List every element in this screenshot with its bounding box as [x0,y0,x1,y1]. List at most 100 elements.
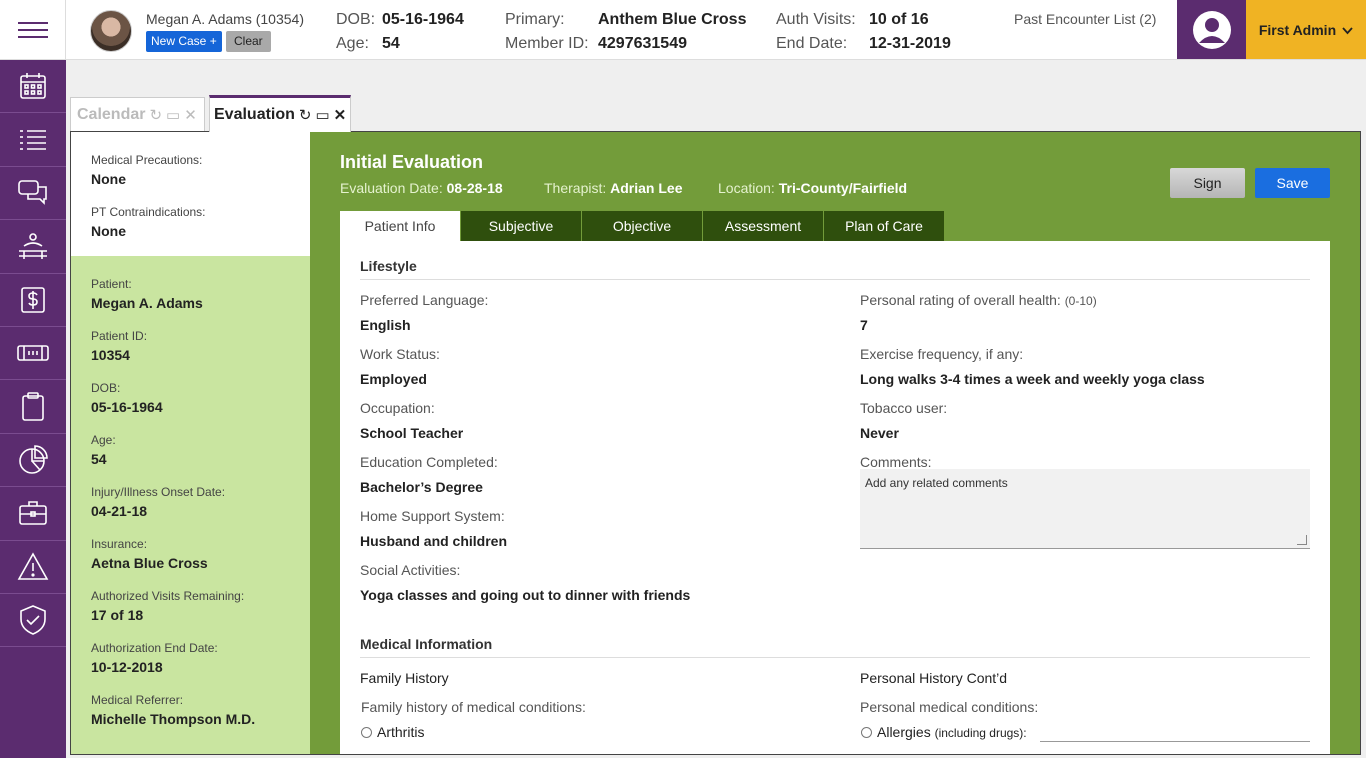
work-status-label: Work Status: [360,346,440,362]
preferred-language-value: English [360,317,411,333]
tab-subjective[interactable]: Subjective [461,211,581,241]
messages-icon[interactable] [0,167,66,221]
user-menu-dropdown[interactable]: First Admin [1246,0,1366,59]
allergies-radio[interactable] [861,727,872,738]
allergies-input[interactable] [1040,741,1310,742]
summary-item: Insurance: Aetna Blue Cross [91,537,310,571]
tab-plan-of-care[interactable]: Plan of Care [824,211,944,241]
tab-objective[interactable]: Objective [582,211,702,241]
family-history-heading: Family History [360,670,449,686]
calendar-icon[interactable] [0,60,66,114]
patient-info-panel: Lifestyle Preferred Language: English Wo… [340,241,1330,754]
summary-label: Injury/Illness Onset Date: [91,485,226,499]
location-value: Tri-County/Fairfield [778,180,908,196]
clipboard-icon[interactable] [0,380,66,434]
exercise-label: Exercise frequency, if any: [860,346,1024,362]
home-support-label: Home Support System: [360,508,505,524]
past-encounter-list-link[interactable]: Past Encounter List (2) [1014,11,1156,27]
save-button[interactable]: Save [1255,168,1330,198]
allergies-note: (including drugs): [934,726,1027,740]
briefcase-icon[interactable] [0,487,66,541]
patient-name: Megan A. Adams (10354) [146,11,304,27]
work-status-value: Employed [360,371,427,387]
occupation-label: Occupation: [360,400,435,416]
tab-evaluation-label: Evaluation [214,106,295,123]
allergies-label: Allergies (including drugs): [877,724,1027,740]
arthritis-radio[interactable] [361,727,372,738]
close-icon[interactable]: ✕ [334,106,347,124]
evaluation-date-label: Evaluation Date: [340,180,443,196]
billing-dollar-icon[interactable] [0,274,66,327]
warning-icon[interactable] [0,541,66,594]
evaluation-therapist: Therapist: Adrian Lee [544,180,683,196]
summary-item: DOB: 05-16-1964 [91,381,310,415]
arthritis-label: Arthritis [377,724,425,740]
tab-calendar-label: Calendar [77,105,146,123]
tab-calendar[interactable]: Calendar ↻ ▭ ✕ [70,97,205,131]
summary-item: Patient ID: 10354 [91,329,310,363]
location-label: Location: [718,180,775,196]
summary-item: Authorization End Date: 10-12-2018 [91,641,310,675]
tobacco-value: Never [860,425,899,441]
resize-handle-icon[interactable] [1297,535,1307,545]
age-label: Age: [336,35,369,52]
social-activities-value: Yoga classes and going out to dinner wit… [360,587,691,603]
treatment-table-icon[interactable] [0,220,66,274]
section-divider [360,657,1310,658]
summary-item: Age: 54 [91,433,310,467]
evaluation-title: Initial Evaluation [340,152,484,172]
sign-button[interactable]: Sign [1170,168,1245,198]
maximize-icon[interactable]: ▭ [315,106,329,124]
tobacco-label: Tobacco user: [860,400,948,416]
auth-visits-value: 10 of 16 [869,11,929,28]
summary-value: 17 of 18 [91,607,144,623]
refresh-icon[interactable]: ↻ [299,106,312,124]
health-rating-range: (0-10) [1064,294,1097,308]
user-avatar-icon[interactable] [1177,0,1246,59]
refresh-icon[interactable]: ↻ [149,106,162,124]
summary-item: Authorized Visits Remaining: 17 of 18 [91,589,310,623]
shield-check-icon[interactable] [0,594,66,648]
summary-value: 05-16-1964 [91,399,163,415]
summary-item: Patient: Megan A. Adams [91,277,310,311]
health-rating-value: 7 [860,317,868,333]
allergies-label-text: Allergies [877,724,931,740]
clear-button[interactable]: Clear [226,31,271,52]
tab-patient-info[interactable]: Patient Info [340,211,460,241]
new-case-button[interactable]: New Case + [146,31,222,52]
insurance-card-icon[interactable] [0,327,66,381]
education-value: Bachelor’s Degree [360,479,483,495]
summary-label: Patient ID: [91,329,148,343]
patient-summary-panel: Patient: Megan A. Adams Patient ID: 10354 … [71,256,310,754]
summary-label: Patient: [91,277,132,291]
tab-assessment[interactable]: Assessment [703,211,823,241]
summary-item: Medical Referrer: Michelle Thompson M.D. [91,693,310,727]
chevron-down-icon [1342,22,1353,38]
health-rating-label-text: Personal rating of overall health: [860,292,1061,308]
medical-information-heading: Medical Information [360,636,493,652]
summary-value: 54 [91,451,107,467]
member-id-label: Member ID: [505,35,589,52]
summary-value: Michelle Thompson M.D. [91,711,256,727]
summary-label: Authorization End Date: [91,641,218,655]
summary-value: Aetna Blue Cross [91,555,208,571]
section-divider [360,279,1310,280]
summary-value: 04-21-18 [91,503,148,519]
family-conditions-label: Family history of medical conditions: [361,699,586,715]
tab-evaluation[interactable]: Evaluation ↻ ▭ ✕ [209,95,351,132]
list-icon[interactable] [0,113,66,167]
close-icon[interactable]: ✕ [184,106,197,124]
sidebar-nav [0,0,66,758]
summary-value: 10-12-2018 [91,659,163,675]
education-label: Education Completed: [360,454,498,470]
reports-pie-chart-icon[interactable] [0,434,66,488]
personal-history-heading: Personal History Cont’d [860,670,1008,686]
evaluation-date: Evaluation Date: 08-28-18 [340,180,503,196]
user-name: First Admin [1258,21,1337,38]
lifestyle-heading: Lifestyle [360,258,417,274]
patient-header: Megan A. Adams (10354) New Case + Clear … [66,0,1366,60]
exercise-value: Long walks 3-4 times a week and weekly y… [860,371,1205,387]
hamburger-menu-icon[interactable] [0,0,66,60]
maximize-icon[interactable]: ▭ [166,106,180,124]
comments-textarea[interactable]: Add any related comments [860,469,1310,549]
